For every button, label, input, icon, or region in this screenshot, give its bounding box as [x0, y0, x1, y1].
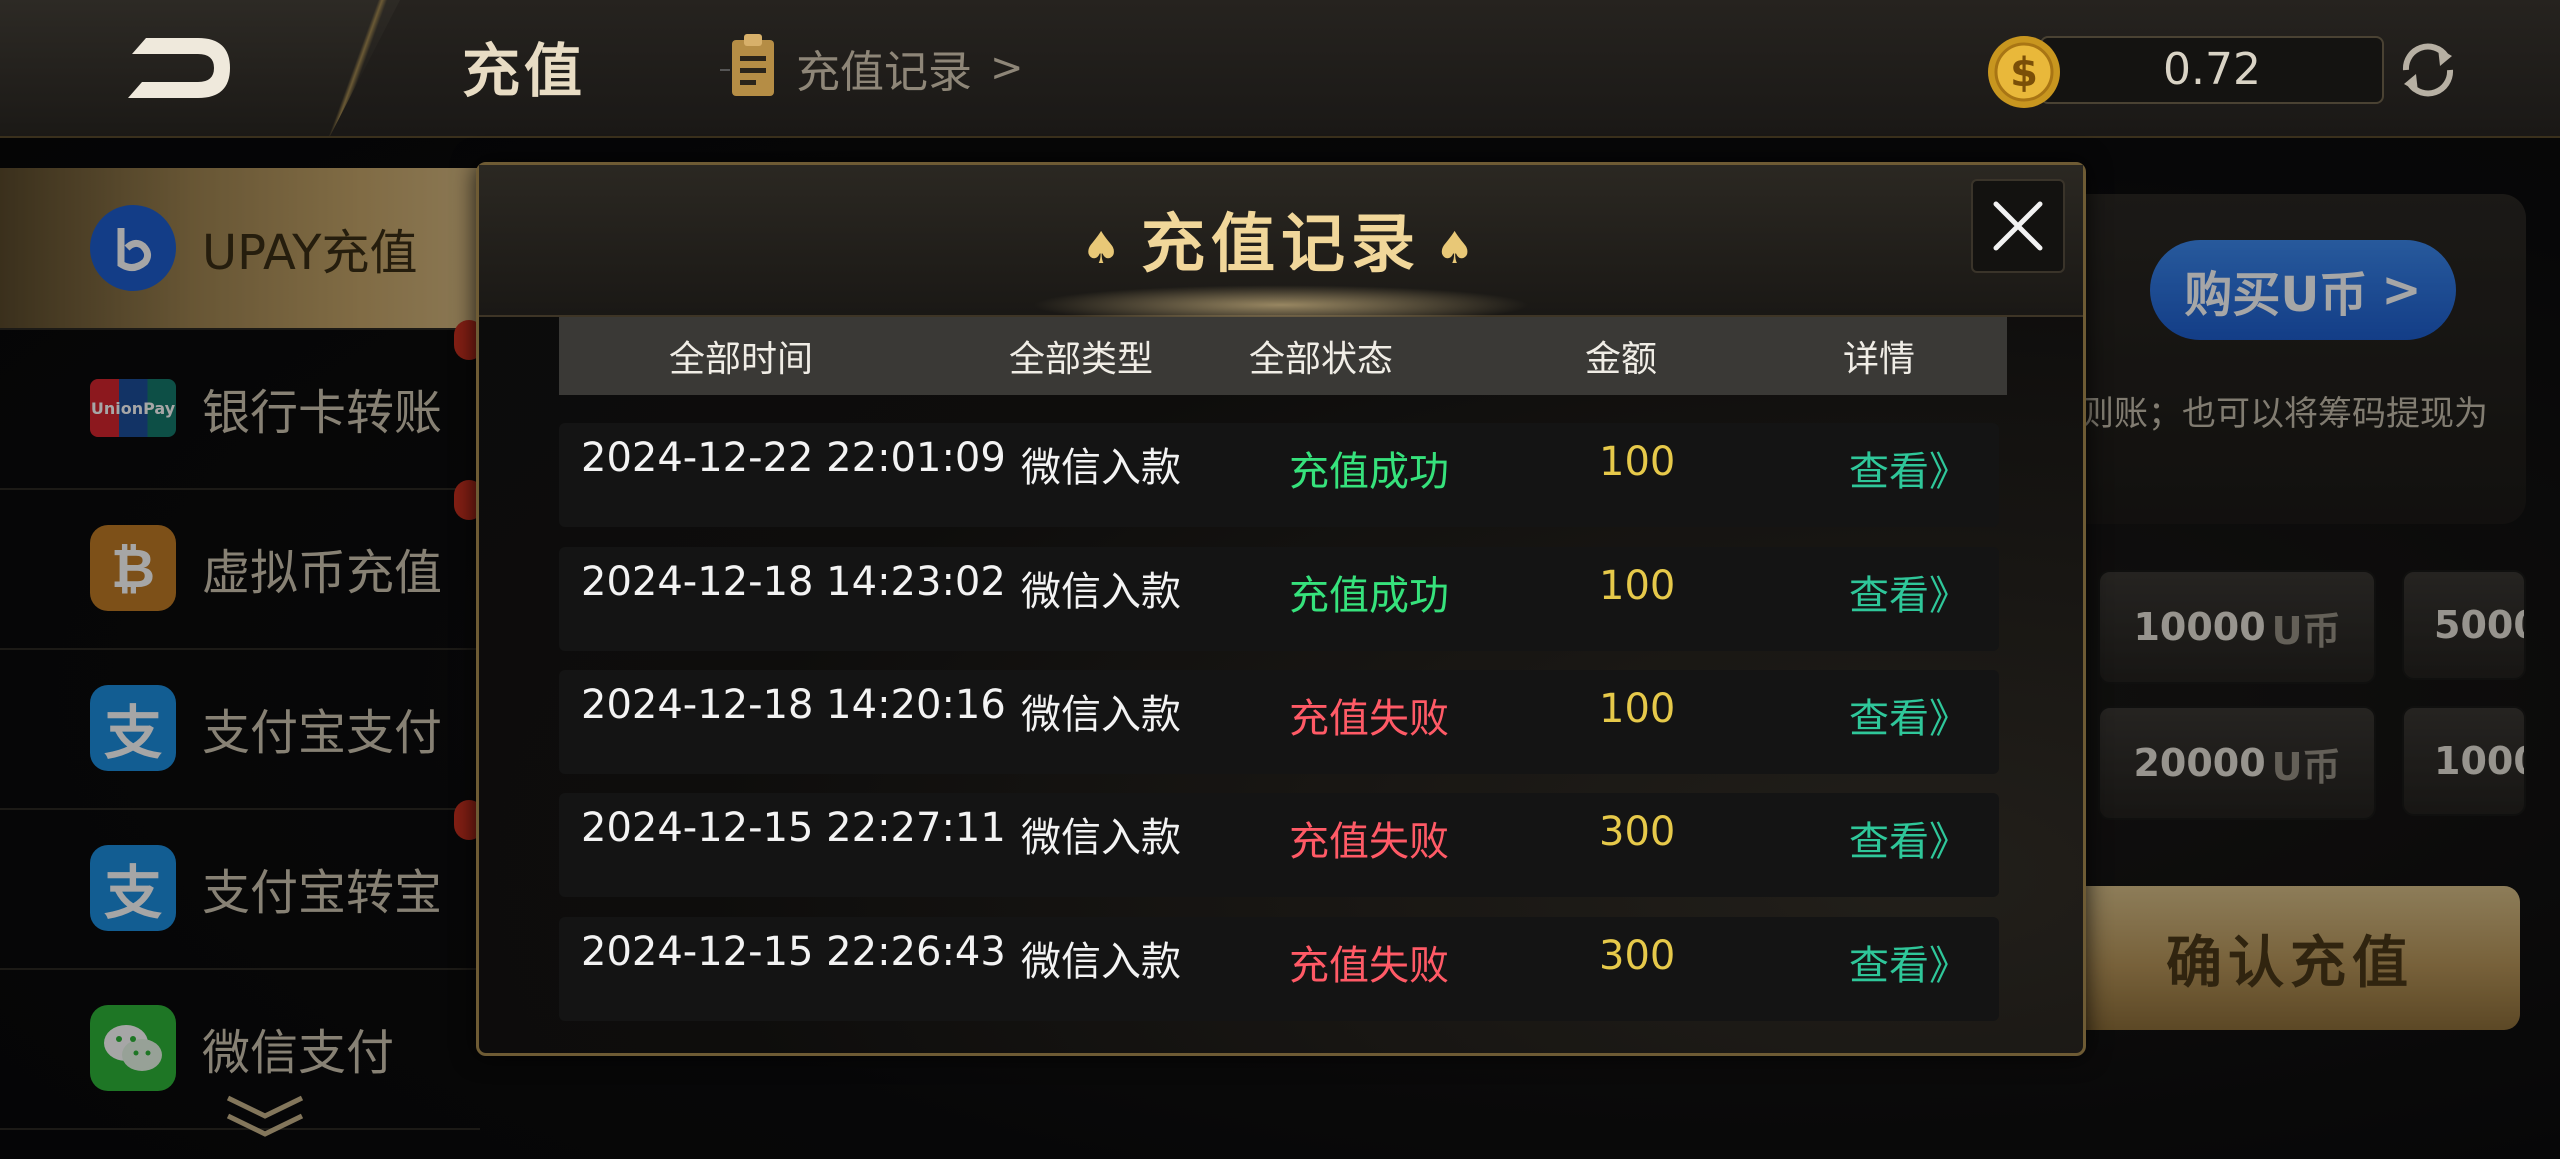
page-title: 充值	[462, 37, 587, 105]
column-amount: 金额	[1585, 339, 1658, 380]
record-status: 充值失败	[1289, 943, 1449, 989]
record-type: 微信入款	[1021, 445, 1181, 491]
modal-title-text: 充值记录	[1141, 208, 1421, 282]
view-detail-link[interactable]: 查看》	[1849, 563, 1969, 621]
record-time: 2024-12-15 22:27:11	[581, 805, 1006, 851]
svg-text:$: $	[2010, 50, 2038, 96]
recharge-records-modal: ♠ 充值记录 ♠ 全部时间 全部类型 全部状态 金额 详情 2024-12-22 2…	[476, 162, 2086, 1056]
record-time: 2024-12-18 14:20:16	[581, 682, 1006, 728]
record-time: 2024-12-22 22:01:09	[581, 435, 1006, 481]
record-status: 充值成功	[1289, 449, 1449, 495]
filter-all-status[interactable]: 全部状态	[1249, 330, 1393, 382]
table-row: 2024-12-18 14:20:16 微信入款 充值失败 100 查看》	[559, 670, 1999, 774]
modal-header: ♠ 充值记录 ♠	[479, 165, 2083, 325]
spade-icon: ♠	[1081, 222, 1127, 274]
top-bar: 充值 充值记录 > 0.72 $	[0, 0, 2560, 138]
table-row: 2024-12-18 14:23:02 微信入款 充值成功 100 查看》	[559, 547, 1999, 651]
close-icon	[1993, 201, 2043, 251]
record-status: 充值成功	[1289, 573, 1449, 619]
records-table-header: 全部时间 全部类型 全部状态 金额 详情	[559, 317, 2007, 395]
spade-icon: ♠	[1435, 222, 1481, 274]
chevron-right-icon: >	[990, 45, 1024, 91]
view-detail-link[interactable]: 查看》	[1849, 933, 1969, 991]
record-type: 微信入款	[1021, 815, 1181, 861]
back-button[interactable]	[118, 28, 238, 108]
record-amount: 100	[1599, 439, 1676, 485]
column-detail: 详情	[1843, 339, 1916, 380]
table-row: 2024-12-15 22:27:11 微信入款 充值失败 300 查看》	[559, 793, 1999, 897]
record-type: 微信入款	[1021, 939, 1181, 985]
clipboard-icon	[720, 34, 774, 96]
record-time: 2024-12-15 22:26:43	[581, 929, 1006, 975]
back-arrow-icon	[128, 38, 230, 98]
modal-title: ♠ 充值记录 ♠	[479, 193, 2083, 285]
close-button[interactable]	[1971, 179, 2065, 273]
filter-all-type[interactable]: 全部类型	[1009, 330, 1153, 382]
record-status: 充值失败	[1289, 696, 1449, 742]
record-amount: 300	[1599, 933, 1676, 979]
record-amount: 300	[1599, 809, 1676, 855]
record-time: 2024-12-18 14:23:02	[581, 559, 1006, 605]
refresh-icon[interactable]	[2392, 34, 2464, 106]
table-row: 2024-12-15 22:26:43 微信入款 充值失败 300 查看》	[559, 917, 1999, 1021]
view-detail-link[interactable]: 查看》	[1849, 686, 1969, 744]
balance-display: 0.72	[2040, 36, 2384, 104]
record-amount: 100	[1599, 686, 1676, 732]
view-detail-link[interactable]: 查看》	[1849, 439, 1969, 497]
record-type: 微信入款	[1021, 569, 1181, 615]
recharge-records-link[interactable]: 充值记录 >	[720, 30, 1024, 106]
filter-all-time[interactable]: 全部时间	[669, 330, 813, 382]
record-type: 微信入款	[1021, 692, 1181, 738]
record-amount: 100	[1599, 563, 1676, 609]
view-detail-link[interactable]: 查看》	[1849, 809, 1969, 867]
record-status: 充值失败	[1289, 819, 1449, 865]
table-row: 2024-12-22 22:01:09 微信入款 充值成功 100 查看》	[559, 423, 1999, 527]
recharge-records-label: 充值记录	[796, 47, 972, 98]
gold-coin-icon: $	[1988, 36, 2060, 108]
